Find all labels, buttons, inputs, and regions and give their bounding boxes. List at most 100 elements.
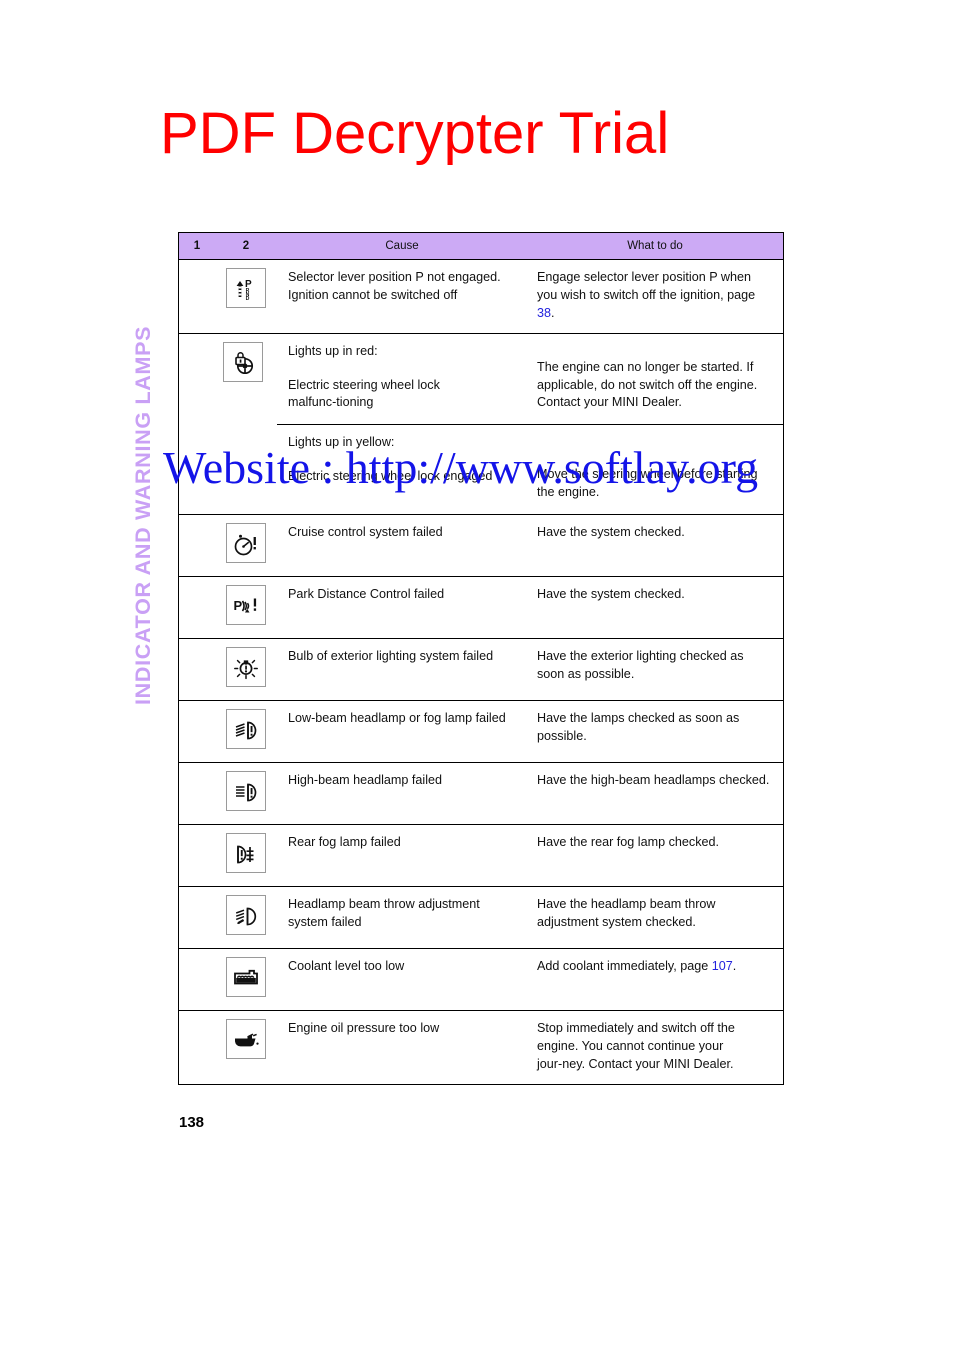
lights-up-red-label: Lights up in red:: [288, 343, 378, 358]
cause-text-line1: Selector lever position P not engaged.: [288, 270, 501, 284]
row-col-1-cell: [179, 515, 215, 576]
table-row: Headlamp beam throw adjustment system fa…: [179, 887, 783, 949]
table-row: Low-beam headlamp or fog lamp failed Hav…: [179, 701, 783, 763]
what-text: Have the lamps checked as soon as possib…: [537, 711, 740, 743]
table-row: Bulb of exterior lighting system failed …: [179, 639, 783, 701]
cause-text: Cruise control system failed: [288, 525, 443, 539]
row-what-to-do-cell: Have the high-beam headlamps checked.: [527, 763, 783, 824]
what-text: Have the headlamp beam throw adjustment …: [537, 897, 716, 929]
indicator-lamps-table: 1 2 Cause What to do P R N D Selector le…: [178, 232, 784, 1085]
row-what-to-do-cell: Add coolant immediately, page 107.: [527, 949, 783, 1010]
cause-text: High-beam headlamp failed: [288, 773, 443, 787]
row-icon-cell: [215, 701, 277, 762]
steering-wheel-lock-icon: [223, 341, 263, 382]
cause-text: Rear fog lamp failed: [288, 835, 401, 849]
row-icon-cell: [215, 1011, 277, 1084]
svg-text:P: P: [234, 598, 243, 613]
headlamp-beam-throw-icon: [226, 895, 266, 935]
what-text: Have the rear fog lamp checked.: [537, 835, 720, 849]
row-icon-cell: [215, 763, 277, 824]
row-cause-cell: Rear fog lamp failed: [277, 825, 527, 886]
row-col-1-cell: [179, 701, 215, 762]
row-col-1-cell: [179, 577, 215, 638]
what-text: Have the high-beam headlamps checked.: [537, 773, 770, 787]
column-header-2: 2: [242, 240, 250, 252]
cruise-control-icon: [226, 523, 266, 563]
row-col-1-cell: [179, 1011, 215, 1084]
row-what-to-do-cell: The engine can no longer be started. If …: [527, 334, 783, 425]
selector-lever-p-icon: P R N D: [226, 268, 266, 308]
row-what-to-do-cell: Have the rear fog lamp checked.: [527, 825, 783, 886]
page-number: 138: [179, 1114, 205, 1131]
pdf-decrypter-watermark: PDF Decrypter Trial: [160, 101, 670, 166]
row-sub-red: Lights up in red: Electric steering whee…: [277, 334, 783, 425]
row-what-to-do-cell: Have the system checked.: [527, 515, 783, 576]
row-what-to-do-cell: Have the exterior lighting checked as so…: [527, 639, 783, 700]
table-row: Cruise control system failed Have the sy…: [179, 515, 783, 577]
cause-text: Coolant level too low: [288, 959, 405, 973]
row-cause-cell: Bulb of exterior lighting system failed: [277, 639, 527, 700]
row-icon-cell: [215, 639, 277, 700]
row-what-to-do-cell: Have the headlamp beam throw adjustment …: [527, 887, 783, 948]
row-col-1-cell: [179, 825, 215, 886]
row-col-1-cell: [179, 639, 215, 700]
row-icon-cell: P: [215, 577, 277, 638]
cause-text: Park Distance Control failed: [288, 587, 445, 601]
row-what-to-do-cell: Have the lamps checked as soon as possib…: [527, 701, 783, 762]
what-text: Have the system checked.: [537, 587, 685, 601]
table-row: High-beam headlamp failed Have the high-…: [179, 763, 783, 825]
row-col-1-cell: [179, 260, 215, 333]
column-header-cause: Cause: [385, 240, 419, 252]
row-icon-cell: [215, 515, 277, 576]
row-cause-cell: Selector lever position P not engaged. I…: [277, 260, 527, 333]
what-text: Add coolant immediately, page: [537, 959, 712, 973]
what-text: Have the system checked.: [537, 525, 685, 539]
cause-text: Headlamp beam throw adjustment system fa…: [288, 897, 480, 929]
cause-text: Low-beam headlamp or fog lamp failed: [288, 711, 506, 725]
column-header-1: 1: [193, 240, 201, 252]
what-text: Have the exterior lighting checked as so…: [537, 649, 744, 681]
row-cause-cell: Lights up in red: Electric steering whee…: [277, 334, 527, 425]
row-col-1-cell: [179, 949, 215, 1010]
row-cause-cell: Headlamp beam throw adjustment system fa…: [277, 887, 527, 948]
column-header-what-to-do: What to do: [627, 240, 683, 252]
high-beam-failure-icon: [226, 771, 266, 811]
svg-text:D: D: [246, 296, 250, 302]
table-row: Rear fog lamp failed Have the rear fog l…: [179, 825, 783, 887]
row-cause-cell: Cruise control system failed: [277, 515, 527, 576]
park-distance-control-icon: P: [226, 585, 266, 625]
table-row: P Park Distance Control failed Have the …: [179, 577, 783, 639]
what-text: Stop immediately and switch off the engi…: [537, 1021, 735, 1071]
row-cause-cell: High-beam headlamp failed: [277, 763, 527, 824]
what-text-suffix: .: [732, 959, 737, 973]
row-cause-cell: Low-beam headlamp or fog lamp failed: [277, 701, 527, 762]
row-cause-cell: Park Distance Control failed: [277, 577, 527, 638]
chapter-side-title: INDICATOR AND WARNING LAMPS: [0, 0, 170, 1350]
table-row: Engine oil pressure too low Stop immedia…: [179, 1011, 783, 1084]
what-text: Engage selector lever position P when yo…: [537, 270, 756, 302]
cause-text-line2: Ignition cannot be switched off: [288, 287, 458, 302]
table-header-row: 1 2 Cause What to do: [179, 232, 783, 260]
table-row: Coolant level too low Add coolant immedi…: [179, 949, 783, 1011]
row-col-1-cell: [179, 887, 215, 948]
rear-fog-lamp-icon: [226, 833, 266, 873]
cause-text: Engine oil pressure too low: [288, 1021, 440, 1035]
row-what-to-do-cell: Have the system checked.: [527, 577, 783, 638]
low-beam-failure-icon: [226, 709, 266, 749]
row-what-to-do-cell: Engage selector lever position P when yo…: [527, 260, 783, 333]
cause-text: Bulb of exterior lighting system failed: [288, 649, 494, 663]
row-icon-cell: [215, 887, 277, 948]
row-cause-cell: Engine oil pressure too low: [277, 1011, 527, 1084]
row-icon-cell: [215, 949, 277, 1010]
chapter-title-text: INDICATOR AND WARNING LAMPS: [131, 325, 155, 705]
page-link[interactable]: 107: [712, 959, 733, 973]
row-what-to-do-cell: Stop immediately and switch off the engi…: [527, 1011, 783, 1084]
website-url-watermark: Website : http://www.softlay.org: [163, 442, 759, 493]
row-col-1-cell: [179, 763, 215, 824]
what-text-suffix: .: [551, 305, 555, 320]
row-icon-cell: [215, 825, 277, 886]
engine-oil-pressure-icon: [226, 1019, 266, 1059]
page-link[interactable]: 38: [537, 306, 551, 320]
row-icon-cell: P R N D: [215, 260, 277, 333]
